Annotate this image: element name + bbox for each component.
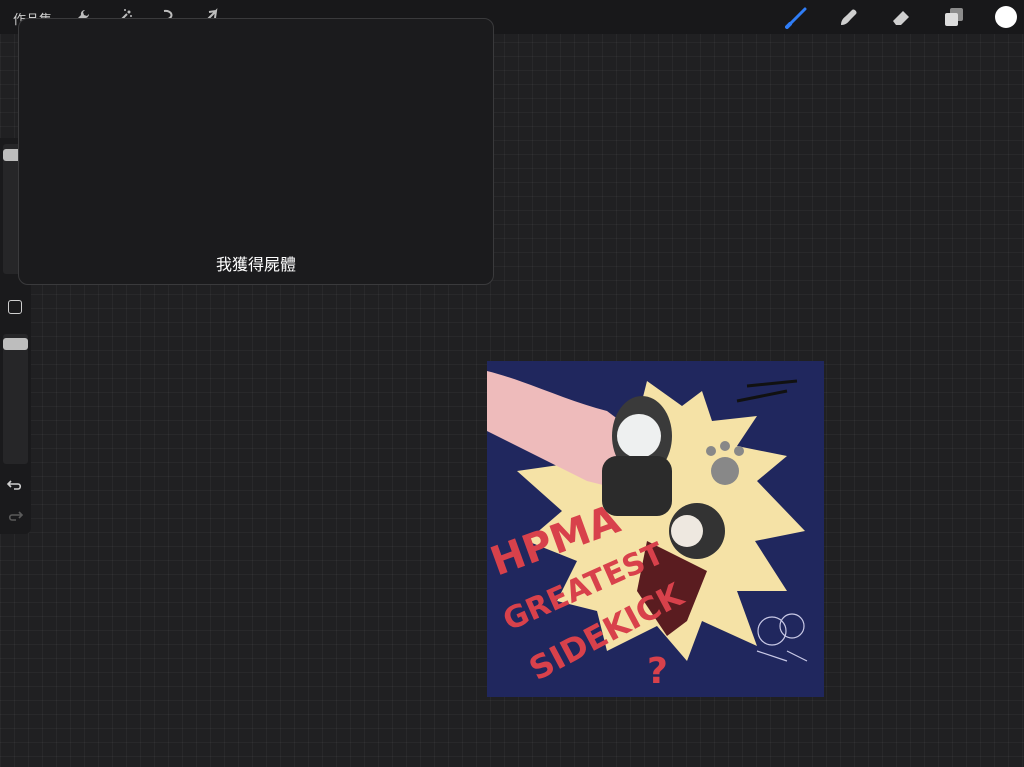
artwork-image[interactable]: HPMA GREATEST SIDEKICK ? bbox=[485, 361, 824, 697]
smudge-icon[interactable] bbox=[837, 5, 861, 29]
undo-icon[interactable] bbox=[6, 475, 24, 493]
eraser-icon[interactable] bbox=[889, 5, 913, 29]
popup-message: 我獲得屍體 bbox=[215, 255, 296, 274]
redo-icon[interactable] bbox=[6, 506, 24, 524]
message-popup: 我獲得屍體 bbox=[18, 18, 494, 285]
opacity-slider[interactable] bbox=[3, 334, 28, 464]
modifier-button[interactable] bbox=[8, 300, 22, 314]
opacity-thumb[interactable] bbox=[3, 338, 28, 350]
layers-icon[interactable] bbox=[942, 5, 966, 29]
brush-icon[interactable] bbox=[785, 5, 809, 29]
color-picker[interactable] bbox=[995, 6, 1017, 28]
artwork-text-line-4: ? bbox=[647, 651, 668, 692]
